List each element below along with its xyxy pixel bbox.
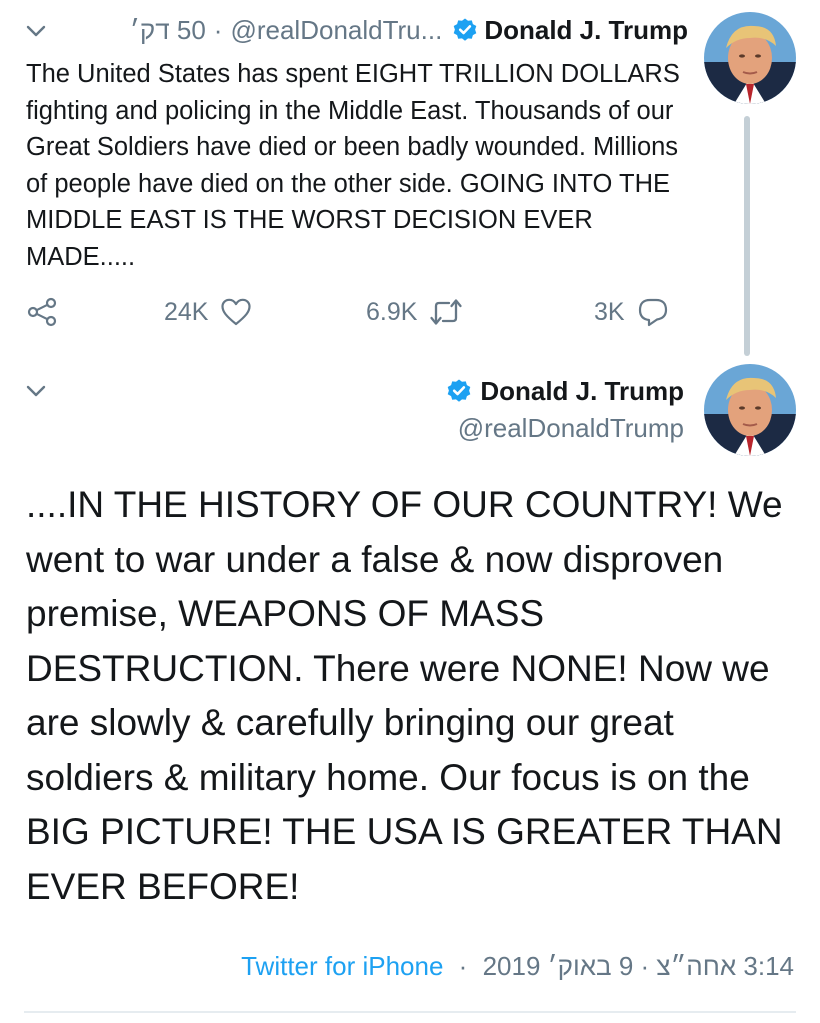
tweet2-footer: Twitter for iPhone · 3:14 אחה״צ · 9 באוק… <box>100 946 794 986</box>
tweet2-handle[interactable]: @realDonaldTrump <box>380 410 684 446</box>
share-icon <box>26 296 58 328</box>
retweet-count: 6.9K <box>366 297 418 326</box>
reply-count: 3K <box>594 297 625 326</box>
like-button[interactable]: 24K <box>164 292 252 332</box>
tweet2-author-row: Donald J. Trump <box>380 372 684 410</box>
retweet-icon <box>429 297 463 327</box>
tweet2-datetime: 3:14 אחה״צ · 9 באוק׳ 2019 <box>482 951 794 981</box>
tweet1-author-name[interactable]: Donald J. Trump <box>484 15 688 46</box>
tweet1-header: 50 דק׳ · @realDonaldTru... Donald J. Tru… <box>70 12 688 48</box>
reply-icon <box>637 296 669 328</box>
like-count: 24K <box>164 297 209 326</box>
tweet1-menu-chevron-icon[interactable] <box>22 20 50 42</box>
tweet2-author-name[interactable]: Donald J. Trump <box>480 376 684 407</box>
tweet2-footer-separator: · <box>458 951 468 981</box>
tweet2-menu-chevron-icon[interactable] <box>22 380 50 402</box>
tweet1-time: 50 דק׳ <box>129 14 206 45</box>
tweet2-avatar[interactable] <box>704 364 796 456</box>
tweet2-source-link[interactable]: Twitter for iPhone <box>241 951 443 981</box>
tweet1-text: The United States has spent EIGHT TRILLI… <box>26 60 680 271</box>
bottom-divider <box>24 1011 796 1013</box>
tweet1-actions: 24K 6.9K 3K <box>22 292 702 332</box>
tweet1-separator: · <box>213 14 223 45</box>
verified-badge-icon <box>446 378 472 404</box>
tweet1-handle[interactable]: @realDonaldTru... <box>230 15 442 46</box>
share-button[interactable] <box>26 292 58 332</box>
reply-button[interactable]: 3K <box>594 292 669 332</box>
tweet1-avatar[interactable] <box>704 12 796 104</box>
tweet2-text: ....IN THE HISTORY OF OUR COUNTRY! We we… <box>26 484 783 907</box>
thread-connector-line <box>744 116 750 356</box>
heart-icon <box>220 297 252 327</box>
retweet-button[interactable]: 6.9K <box>366 292 463 332</box>
verified-badge-icon <box>452 17 478 43</box>
